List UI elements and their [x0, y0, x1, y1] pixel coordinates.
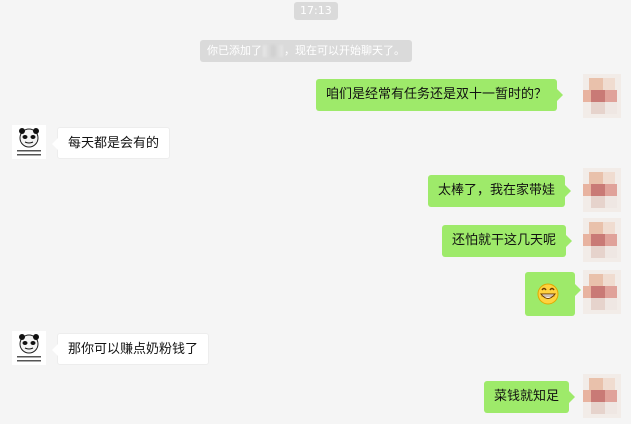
outgoing-message-bubble[interactable]: 菜钱就知足 — [484, 381, 576, 413]
self-avatar[interactable] — [583, 374, 621, 418]
contact-avatar[interactable] — [12, 125, 46, 159]
system-notice-suffix: ，现在可以开始聊天了。 — [284, 44, 405, 57]
system-notice: 你已添加了 ，现在可以开始聊天了。 — [200, 40, 412, 62]
blurred-avatar-icon — [583, 168, 621, 212]
blurred-avatar-icon — [583, 74, 621, 118]
grinning-emoji-icon — [537, 283, 559, 305]
blurred-avatar-icon — [583, 218, 621, 262]
system-notice-prefix: 你已添加了 — [207, 44, 262, 57]
panda-meme-icon — [12, 331, 46, 365]
outgoing-emoji-bubble[interactable] — [525, 272, 581, 316]
incoming-message-bubble[interactable]: 那你可以赚点奶粉钱了 — [51, 333, 210, 365]
self-avatar[interactable] — [583, 74, 621, 118]
blurred-contact-name — [263, 45, 283, 57]
incoming-message-bubble[interactable]: 每天都是会有的 — [51, 127, 171, 159]
blurred-avatar-icon — [583, 270, 621, 314]
self-avatar[interactable] — [583, 270, 621, 314]
contact-avatar[interactable] — [12, 331, 46, 365]
blurred-avatar-icon — [583, 374, 621, 418]
self-avatar[interactable] — [583, 168, 621, 212]
outgoing-message-bubble[interactable]: 太棒了，我在家带娃 — [428, 175, 572, 207]
outgoing-message-bubble[interactable]: 咱们是经常有任务还是双十一暂时的？ — [316, 79, 564, 111]
self-avatar[interactable] — [583, 218, 621, 262]
chat-timestamp: 17:13 — [294, 2, 338, 20]
panda-meme-icon — [12, 125, 46, 159]
outgoing-message-bubble[interactable]: 还怕就干这几天呢 — [442, 225, 573, 257]
